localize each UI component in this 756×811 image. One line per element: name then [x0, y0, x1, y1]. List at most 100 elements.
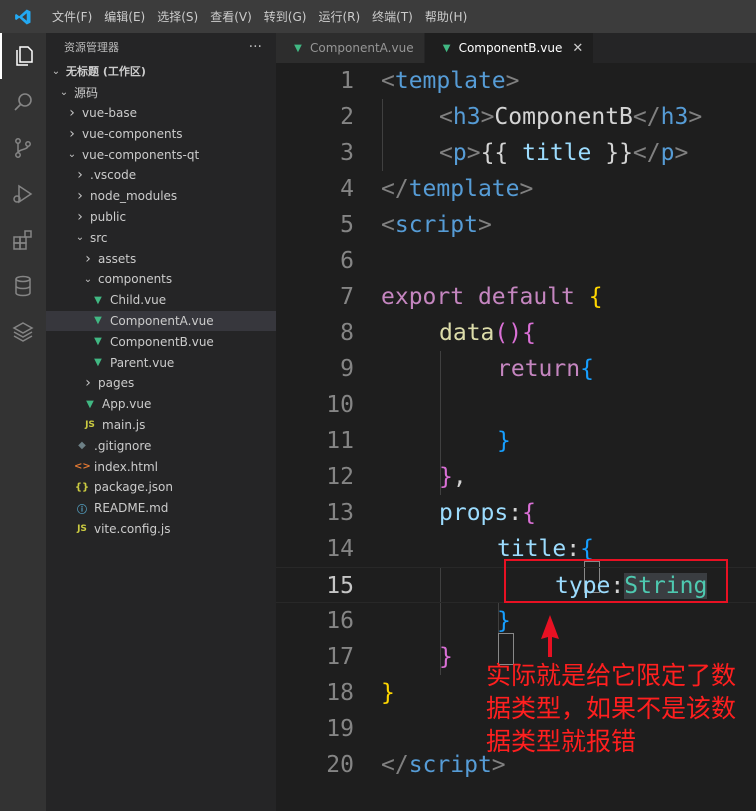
menu-item[interactable]: 终端(T) [366, 8, 419, 25]
editor-tab[interactable]: ▼ ComponentB.vue ✕ [424, 33, 595, 63]
tree-item-label: .gitignore [94, 438, 152, 453]
folder-item[interactable]: › .vscode [46, 165, 276, 186]
file-item[interactable]: ▼ ComponentA.vue [46, 310, 276, 332]
annotation-arrow-icon [541, 615, 559, 657]
code-token: template [408, 176, 520, 202]
file-item[interactable]: ▼ App.vue [46, 394, 276, 415]
chevron-right-icon: › [85, 375, 91, 392]
file-item[interactable]: JS main.js [46, 415, 276, 436]
file-item[interactable]: ▼ Parent.vue [46, 352, 276, 373]
chevron-down-icon: ⌄ [67, 149, 77, 161]
code-token: < [381, 212, 395, 238]
code-line: 9 return{ [276, 351, 756, 387]
code-token: < [439, 140, 453, 166]
folder-item[interactable]: › vue-components [46, 123, 276, 144]
html-file-icon: <> [74, 461, 91, 473]
code-line: 4 </template> [276, 171, 756, 207]
close-icon[interactable]: ✕ [572, 41, 583, 56]
menu-item[interactable]: 帮助(H) [419, 8, 473, 25]
line-number: 20 [326, 752, 354, 778]
file-item[interactable]: ⓘ README.md [46, 498, 276, 519]
chevron-right-icon: › [77, 188, 83, 205]
file-item[interactable]: {} package.json [46, 477, 276, 498]
folder-item[interactable]: ⌄ 源码 [46, 82, 276, 103]
tree-item-label: 无标题 (工作区) [66, 65, 146, 79]
explorer-header: 资源管理器 ··· [46, 33, 276, 61]
tree-item-label: ComponentA.vue [110, 313, 214, 328]
code-line: 8 data(){ [276, 315, 756, 351]
code-text: return{ [497, 351, 594, 387]
file-item[interactable]: ▼ Child.vue [46, 290, 276, 311]
search-icon[interactable] [0, 79, 46, 125]
chevron-down-icon: ⌄ [75, 232, 85, 244]
code-line: 7 export default { [276, 279, 756, 315]
tree-item-label: vite.config.js [94, 521, 171, 536]
line-number: 19 [326, 716, 354, 742]
code-token: data [439, 320, 495, 346]
line-number: 13 [326, 500, 354, 526]
code-text: } [497, 603, 511, 639]
chevron-down-icon: ⌄ [51, 65, 61, 77]
code-text: <script> [381, 207, 492, 243]
editor-area: ▼ ComponentA.vue ▼ ComponentB.vue ✕ 1 <templa… [276, 33, 756, 811]
code-text: </template> [381, 171, 533, 207]
database-icon[interactable] [0, 263, 46, 309]
tree-item-label: ComponentB.vue [110, 334, 214, 349]
tree-item-label: index.html [94, 459, 158, 474]
folder-item[interactable]: › public [46, 207, 276, 228]
tree-item-label: public [90, 209, 127, 224]
source-control-icon[interactable] [0, 125, 46, 171]
tab-bar: ▼ ComponentA.vue ▼ ComponentB.vue ✕ [276, 33, 756, 63]
folder-item[interactable]: ⌄ vue-components-qt [46, 144, 276, 165]
menu-item[interactable]: 文件(F) [46, 8, 98, 25]
code-line: 1 <template> [276, 63, 756, 99]
vue-file-icon: ▼ [94, 294, 102, 306]
extensions-icon[interactable] [0, 217, 46, 263]
code-token: , [452, 464, 467, 490]
vue-file-icon: ▼ [94, 357, 102, 369]
tree-item-label: vue-base [82, 105, 138, 120]
file-item[interactable]: <> index.html [46, 456, 276, 477]
menu-item[interactable]: 转到(G) [258, 8, 313, 25]
editor-tab[interactable]: ▼ ComponentA.vue [276, 33, 425, 63]
menu-item[interactable]: 编辑(E) [98, 8, 151, 25]
vue-file-icon: ▼ [94, 336, 102, 348]
menu-item[interactable]: 运行(R) [312, 8, 366, 25]
menu-item[interactable]: 查看(V) [204, 8, 258, 25]
folder-item[interactable]: › assets [46, 248, 276, 269]
code-token: : [508, 500, 523, 526]
line-number: 6 [340, 248, 354, 274]
layers-icon[interactable] [0, 309, 46, 355]
json-file-icon: {} [74, 481, 90, 493]
folder-item[interactable]: › pages [46, 373, 276, 394]
line-number: 2 [340, 104, 354, 130]
folder-item[interactable]: ⌄ 无标题 (工作区) [46, 61, 276, 82]
menu-bar: 文件(F) 编辑(E) 选择(S) 查看(V) 转到(G) 运行(R) 终端(T) 帮助(H) [46, 0, 473, 33]
code-token: </ [381, 752, 409, 778]
more-actions-icon[interactable]: ··· [249, 39, 262, 55]
folder-item[interactable]: ⌄ src [46, 227, 276, 248]
tree-item-label: src [90, 230, 108, 245]
file-item[interactable]: JS vite.config.js [46, 519, 276, 540]
run-debug-icon[interactable] [0, 171, 46, 217]
code-token: default [477, 284, 575, 310]
code-token: > [477, 212, 492, 238]
code-token: > [519, 176, 534, 202]
menu-item[interactable]: 选择(S) [151, 8, 204, 25]
code-token: return [497, 356, 581, 382]
code-text: } [381, 675, 395, 711]
explorer-icon[interactable] [0, 33, 46, 79]
folder-item[interactable]: ⌄ components [46, 269, 276, 290]
vscode-logo-icon [0, 0, 46, 33]
file-item[interactable]: ▼ ComponentB.vue [46, 331, 276, 352]
folder-item[interactable]: › node_modules [46, 186, 276, 207]
code-token: < [439, 104, 453, 130]
code-token: { [580, 356, 594, 382]
file-item[interactable]: ◆ .gitignore [46, 435, 276, 456]
code-line: 2 <h3>ComponentB</h3> [276, 99, 756, 135]
line-number: 12 [326, 464, 354, 490]
folder-item[interactable]: › vue-base [46, 103, 276, 124]
code-text: data(){ [439, 315, 536, 351]
line-number: 4 [340, 176, 354, 202]
